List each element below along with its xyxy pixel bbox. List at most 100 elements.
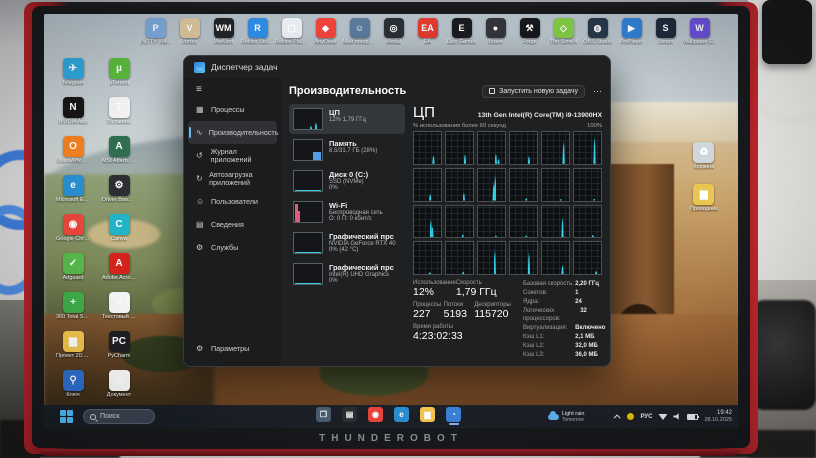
desktop-icon-label: The Sims 4 [550, 39, 578, 45]
battery-icon[interactable] [687, 414, 698, 420]
weather-widget[interactable]: Light rain Tomorrow [548, 411, 585, 423]
titlebar[interactable]: ◡ Диспетчер задач [184, 56, 610, 78]
desktop-icon[interactable]: ▢ Roblox Player [276, 18, 307, 58]
desktop-icon[interactable]: P PuTTY (64-.. [140, 18, 171, 58]
taskbar-app-button[interactable]: ◉ [367, 407, 384, 426]
active-indicator [189, 196, 191, 207]
sidebar-item-icon: ▤ [196, 221, 205, 229]
taskbar-app-button[interactable]: ◔ [445, 407, 462, 426]
taskbar-app-button[interactable]: e [393, 407, 410, 426]
detail-label: Кэш L3: [523, 352, 544, 360]
taskbar-app-button[interactable]: ❐ [315, 407, 332, 426]
desktop-icon[interactable]: ⚲ Ключ [50, 370, 96, 409]
app-icon: R [248, 18, 268, 38]
desktop-icon[interactable]: R Roblox Studio [242, 18, 273, 58]
desktop-icon[interactable]: ⚒ Forge [514, 18, 545, 58]
desktop-icon[interactable]: ◎ Medal [378, 18, 409, 58]
app-icon: ❐ [316, 407, 331, 422]
desktop-icon[interactable]: 7 7Установ.. [96, 97, 142, 136]
sidebar: ≡ ▦ Процессы ∿ Производительность [184, 78, 281, 366]
metric-list-item[interactable]: ЦП 12% 1,79 ГГц [289, 104, 405, 134]
language-indicator[interactable]: РУС [640, 414, 652, 420]
desktop-icon[interactable]: ◍ OBS Studio [582, 18, 613, 58]
desktop-icon[interactable]: EA EA [412, 18, 443, 58]
desktop-icon[interactable]: ▆ Проводник [690, 184, 718, 226]
more-options-button[interactable]: ⋯ [593, 86, 602, 97]
desktop-icon[interactable]: ✈ Telegram [50, 58, 96, 97]
taskbar-app-button[interactable]: ▆ [419, 407, 436, 426]
desktop-icon[interactable]: N NVIDIA App [50, 97, 96, 136]
desktop-icon[interactable]: e Microsoft Edge [50, 175, 96, 214]
sidebar-item-label: Службы [211, 244, 238, 252]
metric-list-item[interactable]: Память 8,5/31,7 ГБ (28%) [289, 135, 405, 165]
desktop-icon[interactable]: ⚙ Driver Booster [96, 175, 142, 214]
desktop-icon[interactable]: + 360 Total Security [50, 292, 96, 331]
desktop-icon[interactable]: ♻ Корзина [690, 142, 718, 184]
run-new-task-button[interactable]: Запустить новую задачу [482, 85, 585, 98]
app-icon: ♻ [693, 142, 714, 163]
sidebar-item[interactable]: ⚙ Службы [188, 236, 277, 259]
desktop-icon[interactable]: PC PyCharm [96, 331, 142, 370]
taskbar-app-button[interactable]: ▤ [341, 407, 358, 426]
tray-app-icon[interactable] [627, 413, 634, 420]
sidebar-item[interactable]: ▦ Процессы [188, 98, 277, 121]
speaker-icon[interactable] [673, 413, 681, 420]
app-icon: WM [214, 18, 234, 38]
running-indicator [371, 423, 381, 425]
sidebar-item[interactable]: ∿ Производительность [188, 121, 277, 144]
cpu-detail-row: Ядра: 24 [523, 299, 602, 307]
tray-expand-chevron-icon[interactable] [614, 414, 621, 421]
desktop-icon[interactable]: A MSI Afterburner [96, 136, 142, 175]
app-icon: ◍ [588, 18, 608, 38]
start-button[interactable] [60, 410, 73, 423]
metric-list-item[interactable]: Графический прс Intel(R) UHD Graphics 0% [289, 259, 405, 289]
core-usage-graph [541, 131, 570, 165]
sidebar-item[interactable]: ↻ Автозагрузка приложений [188, 167, 277, 190]
desktop-icon[interactable]: O OpenVPN Connect [50, 136, 96, 175]
desktop-icon[interactable]: ▆ Проект 20.4 — 2023-2 [50, 331, 96, 370]
wifi-icon[interactable] [658, 413, 667, 420]
search-input[interactable]: Поиск [83, 409, 155, 424]
cpu-stat: Время работы 4:23:02:33 [413, 324, 515, 342]
sidebar-item[interactable]: ☺ Пользователи [188, 190, 277, 213]
desktop-icon[interactable]: WM WeMod [208, 18, 239, 58]
app-icon: P [146, 18, 166, 38]
desktop-icon[interactable]: ≡ Текстовый докум.. [96, 292, 142, 331]
desktop-icon[interactable]: V Vortex [174, 18, 205, 58]
cpu-stat: Процессы 227 [413, 302, 444, 320]
desktop-icon[interactable]: ◆ AnyDesk [310, 18, 341, 58]
desktop-icon[interactable]: µ µTorrent [96, 58, 142, 97]
hamburger-menu-icon[interactable]: ≡ [188, 80, 277, 98]
desktop-icon[interactable]: E Epic Games [446, 18, 477, 58]
desktop-icon[interactable]: A Adobe Acrobat [96, 253, 142, 292]
metric-list-item[interactable]: Wi-Fi Беспроводная сеть О: 0 П: 0 кбит/с [289, 197, 405, 227]
sidebar-item[interactable]: ↺ Журнал приложений [188, 144, 277, 167]
desktop-icon[interactable]: ◇ The Sims 4 [548, 18, 579, 58]
desktop-icon[interactable]: ● Brave [480, 18, 511, 58]
core-usage-graph [477, 168, 506, 202]
desktop-icon[interactable]: ◉ Google Chrome [50, 214, 96, 253]
sidebar-item[interactable]: ▤ Сведения [188, 213, 277, 236]
core-usage-graph [541, 168, 570, 202]
desktop-icon[interactable]: ✓ Adguard [50, 253, 96, 292]
desktop-icon-label: Adguard [63, 275, 84, 281]
performance-metric-list: ЦП 12% 1,79 ГГц Память [289, 104, 405, 360]
desktop-icon-label: OBS Studio [583, 39, 612, 45]
desktop-icon[interactable]: C Canva [96, 214, 142, 253]
desktop-icon-label: MSI Afterburner [102, 158, 136, 164]
core-usage-graph [413, 168, 442, 202]
desktop-icon[interactable]: S Steam [650, 18, 681, 58]
cpu-detail-row: Виртуализация: Включено [523, 325, 602, 333]
desktop-icon[interactable]: ▤ Документ [96, 370, 142, 409]
desktop-icon[interactable]: ☺ Мой профиль [344, 18, 375, 58]
metric-list-item[interactable]: Графический прс NVIDIA GeForce RTX 40 0%… [289, 228, 405, 258]
cpu-detail-pane: ЦП 13th Gen Intel(R) Core(TM) i9-13900HX… [413, 104, 602, 360]
clock[interactable]: 19:42 28.10.2025 [704, 410, 732, 423]
desktop-icon[interactable]: W Wallpaper E.. [684, 18, 715, 58]
sidebar-item-label: Производительность [209, 129, 279, 137]
app-icon: A [109, 136, 130, 157]
app-icon: + [63, 292, 84, 313]
desktop-icon[interactable]: ▶ PotPlayer [616, 18, 647, 58]
sidebar-item-settings[interactable]: ⚙ Параметры [188, 337, 277, 360]
metric-list-item[interactable]: Диск 0 (C:) SSD (NVMe) 0% [289, 166, 405, 196]
